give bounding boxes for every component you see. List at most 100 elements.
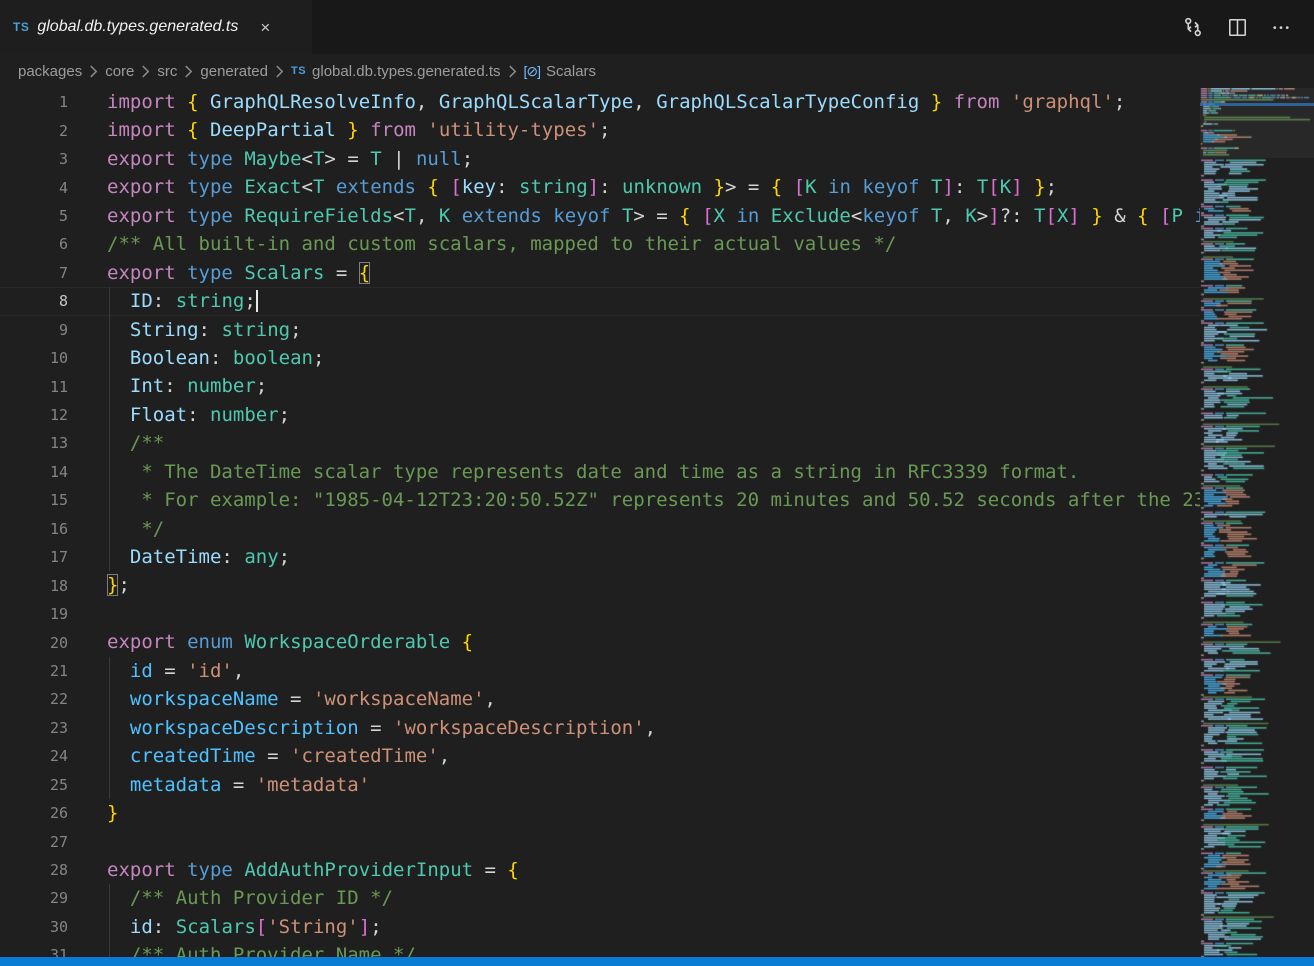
line-number[interactable]: 17: [0, 548, 68, 566]
code-line[interactable]: 18};: [0, 571, 1200, 599]
line-number[interactable]: 25: [0, 776, 68, 794]
indent-guide: [109, 941, 110, 957]
line-number[interactable]: 26: [0, 804, 68, 822]
breadcrumb-separator-icon: [89, 65, 98, 78]
code-line[interactable]: 7export type Scalars = {: [0, 259, 1200, 287]
code-text: export enum WorkspaceOrderable {: [68, 628, 473, 656]
code-line[interactable]: 30 id: Scalars['String'];: [0, 913, 1200, 941]
more-actions-button[interactable]: [1266, 12, 1296, 42]
minimap-current-line-highlight: [1200, 103, 1314, 106]
code-line[interactable]: 2import { DeepPartial } from 'utility-ty…: [0, 116, 1200, 144]
code-line[interactable]: 11 Int: number;: [0, 372, 1200, 400]
breadcrumb-item-global-db-types-generated-ts[interactable]: TSglobal.db.types.generated.ts: [291, 63, 501, 80]
code-line[interactable]: 25 metadata = 'metadata': [0, 771, 1200, 799]
code-text: * The DateTime scalar type represents da…: [68, 458, 1079, 486]
code-line[interactable]: 15 * For example: "1985-04-12T23:20:50.5…: [0, 486, 1200, 514]
code-line[interactable]: 10 Boolean: boolean;: [0, 344, 1200, 372]
code-line[interactable]: 5export type RequireFields<T, K extends …: [0, 202, 1200, 230]
breadcrumb-item-scalars[interactable]: [⊘]Scalars: [524, 63, 597, 80]
close-tab-icon[interactable]: ×: [256, 17, 274, 38]
line-number[interactable]: 15: [0, 491, 68, 509]
code-line[interactable]: 16 */: [0, 515, 1200, 543]
line-number[interactable]: 27: [0, 833, 68, 851]
line-number[interactable]: 31: [0, 946, 68, 957]
breadcrumb-separator-icon: [508, 65, 517, 78]
split-editor-button[interactable]: [1222, 12, 1252, 42]
indent-guide: [109, 714, 110, 742]
indent-guide: [109, 372, 110, 400]
code-line[interactable]: 13 /**: [0, 429, 1200, 457]
line-number[interactable]: 13: [0, 434, 68, 452]
indent-guide: [109, 913, 110, 941]
code-line[interactable]: 29 /** Auth Provider ID */: [0, 884, 1200, 912]
breadcrumb-label: Scalars: [546, 63, 596, 80]
code-line[interactable]: 1import { GraphQLResolveInfo, GraphQLSca…: [0, 88, 1200, 116]
line-number[interactable]: 11: [0, 378, 68, 396]
code-text: export type RequireFields<T, K extends k…: [68, 202, 1200, 230]
minimap[interactable]: [1200, 88, 1314, 957]
code-line[interactable]: 19: [0, 600, 1200, 628]
breadcrumb-item-generated[interactable]: generated: [200, 63, 268, 80]
breadcrumb-item-packages[interactable]: packages: [18, 63, 82, 80]
code-line[interactable]: 27: [0, 827, 1200, 855]
code-text: Boolean: boolean;: [68, 344, 324, 372]
line-number[interactable]: 20: [0, 634, 68, 652]
indent-guide: [109, 429, 110, 457]
line-number[interactable]: 22: [0, 690, 68, 708]
code-editor[interactable]: 1import { GraphQLResolveInfo, GraphQLSca…: [0, 88, 1200, 957]
line-number[interactable]: 24: [0, 747, 68, 765]
line-number[interactable]: 8: [0, 292, 68, 310]
line-number[interactable]: 7: [0, 264, 68, 282]
code-line[interactable]: 3export type Maybe<T> = T | null;: [0, 145, 1200, 173]
line-number[interactable]: 6: [0, 235, 68, 253]
line-number[interactable]: 1: [0, 93, 68, 111]
line-number[interactable]: 5: [0, 207, 68, 225]
line-number[interactable]: 29: [0, 889, 68, 907]
code-text: /** Auth Provider ID */: [68, 884, 393, 912]
line-number[interactable]: 30: [0, 918, 68, 936]
line-number[interactable]: 2: [0, 122, 68, 140]
code-line[interactable]: 23 workspaceDescription = 'workspaceDesc…: [0, 714, 1200, 742]
line-number[interactable]: 4: [0, 179, 68, 197]
line-number[interactable]: 12: [0, 406, 68, 424]
tab-bar: TS global.db.types.generated.ts ×: [0, 0, 1314, 54]
code-line[interactable]: 20export enum WorkspaceOrderable {: [0, 628, 1200, 656]
line-number[interactable]: 23: [0, 719, 68, 737]
line-number[interactable]: 21: [0, 662, 68, 680]
code-line[interactable]: 22 workspaceName = 'workspaceName',: [0, 685, 1200, 713]
indent-guide: [109, 287, 110, 315]
code-line[interactable]: 21 id = 'id',: [0, 657, 1200, 685]
code-line[interactable]: 14 * The DateTime scalar type represents…: [0, 458, 1200, 486]
code-text: Float: number;: [68, 401, 290, 429]
code-line[interactable]: 12 Float: number;: [0, 401, 1200, 429]
code-line[interactable]: 8 ID: string;: [0, 287, 1200, 315]
breadcrumb-item-core[interactable]: core: [105, 63, 134, 80]
code-line[interactable]: 17 DateTime: any;: [0, 543, 1200, 571]
line-number[interactable]: 19: [0, 605, 68, 623]
breadcrumb-item-src[interactable]: src: [157, 63, 177, 80]
split-editor-icon: [1228, 18, 1247, 37]
code-text: Int: number;: [68, 372, 267, 400]
minimap-canvas: [1200, 88, 1314, 957]
line-number[interactable]: 14: [0, 463, 68, 481]
minimap-slider[interactable]: [1200, 88, 1314, 158]
line-number[interactable]: 10: [0, 349, 68, 367]
code-line[interactable]: 31 /** Auth Provider Name */: [0, 941, 1200, 957]
tab-global-db-types[interactable]: TS global.db.types.generated.ts ×: [0, 0, 312, 54]
code-line[interactable]: 9 String: string;: [0, 316, 1200, 344]
code-text: metadata = 'metadata': [68, 771, 370, 799]
indent-guide: [109, 515, 110, 543]
line-number[interactable]: 3: [0, 150, 68, 168]
line-number[interactable]: 28: [0, 861, 68, 879]
code-text: }: [68, 799, 118, 827]
code-line[interactable]: 24 createdTime = 'createdTime',: [0, 742, 1200, 770]
open-changes-button[interactable]: [1178, 12, 1208, 42]
line-number[interactable]: 18: [0, 577, 68, 595]
code-line[interactable]: 4export type Exact<T extends { [key: str…: [0, 173, 1200, 201]
line-number[interactable]: 9: [0, 321, 68, 339]
status-bar: [0, 957, 1314, 966]
code-line[interactable]: 28export type AddAuthProviderInput = {: [0, 856, 1200, 884]
code-line[interactable]: 6/** All built-in and custom scalars, ma…: [0, 230, 1200, 258]
line-number[interactable]: 16: [0, 520, 68, 538]
code-line[interactable]: 26}: [0, 799, 1200, 827]
